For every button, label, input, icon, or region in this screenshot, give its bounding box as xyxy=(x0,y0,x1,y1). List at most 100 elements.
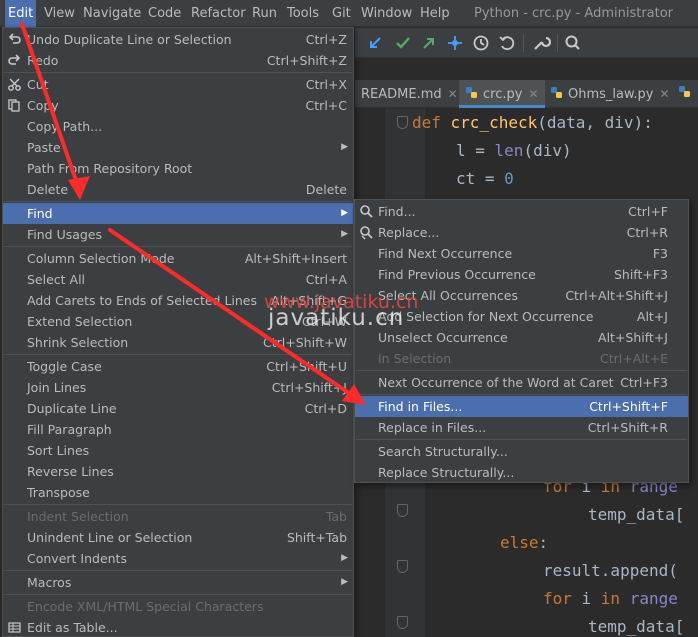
menu-item-copy-path[interactable]: Copy Path... xyxy=(3,116,353,137)
menu-item-macros[interactable]: Macros ▶ xyxy=(3,572,353,593)
menu-separator xyxy=(4,201,352,202)
toolbar-separator xyxy=(523,34,524,52)
code-line: ct = 0 xyxy=(456,169,514,188)
fold-marker-icon[interactable] xyxy=(397,504,408,517)
menu-item-fill-paragraph[interactable]: Fill Paragraph xyxy=(3,419,353,440)
redo-icon xyxy=(8,54,21,65)
menu-item-join-lines[interactable]: Join Lines Ctrl+Shift+J xyxy=(3,377,353,398)
code-line: l = len(div) xyxy=(456,141,572,160)
menu-item-replace-in-files[interactable]: Replace in Files... Ctrl+Shift+R xyxy=(355,417,688,438)
fold-marker-icon[interactable] xyxy=(397,616,408,629)
code-line: result.append( xyxy=(543,561,678,580)
undo-icon xyxy=(8,33,21,44)
menu-item-edit-as-table[interactable]: Edit as Table... xyxy=(3,617,353,637)
menu-item-undo[interactable]: Undo Duplicate Line or Selection Ctrl+Z xyxy=(3,29,353,50)
copy-icon xyxy=(8,99,20,112)
menu-item-redo[interactable]: Redo Ctrl+Shift+Z xyxy=(3,50,353,71)
edit-menu-dropdown: Undo Duplicate Line or Selection Ctrl+Z R… xyxy=(2,27,354,637)
menu-item-replace[interactable]: Replace... Ctrl+R xyxy=(355,222,688,243)
menu-item-toggle-case[interactable]: Toggle Case Ctrl+Shift+U xyxy=(3,356,353,377)
code-line: for i in range xyxy=(543,589,678,608)
menu-view[interactable]: View xyxy=(41,0,78,27)
python-file-icon xyxy=(551,87,562,98)
menu-separator xyxy=(4,504,352,505)
menu-item-next-occurrence-word[interactable]: Next Occurrence of the Word at Caret Ctrl… xyxy=(355,372,688,393)
menu-item-cut[interactable]: Cut Ctrl+X xyxy=(3,74,353,95)
tab-overflow[interactable] xyxy=(678,80,696,108)
menu-item-indent-selection: Indent Selection Tab xyxy=(27,509,347,524)
menu-separator xyxy=(4,570,352,571)
menu-item-encode-xml: Encode XML/HTML Special Characters xyxy=(27,599,264,614)
watermark-text: javatiku.cn xyxy=(268,305,405,331)
menu-item-copy[interactable]: Copy Ctrl+C xyxy=(3,95,353,116)
menu-item-unindent[interactable]: Unindent Line or Selection Shift+Tab xyxy=(3,527,353,548)
commit-check-icon[interactable] xyxy=(393,33,413,53)
menu-separator xyxy=(356,439,687,440)
close-icon[interactable]: ✕ xyxy=(660,87,670,101)
menu-item-find-previous[interactable]: Find Previous Occurrence Shift+F3 xyxy=(355,264,688,285)
submenu-arrow-icon: ▶ xyxy=(341,577,348,587)
menu-item-paste[interactable]: Paste ▶ xyxy=(3,137,353,158)
menu-item-column-selection[interactable]: Column Selection Mode Alt+Shift+Insert xyxy=(3,248,353,269)
menu-tools[interactable]: Tools xyxy=(284,0,322,27)
menu-separator xyxy=(4,354,352,355)
menu-separator xyxy=(4,72,352,73)
menu-item-path-from-repo[interactable]: Path From Repository Root xyxy=(3,158,353,179)
menu-item-in-selection: In Selection Ctrl+Alt+E xyxy=(378,351,668,366)
submenu-arrow-icon: ▶ xyxy=(341,229,348,239)
wrench-settings-icon[interactable] xyxy=(531,33,551,53)
menu-item-find-usages[interactable]: Find Usages ▶ xyxy=(3,224,353,245)
find-submenu: Find... Ctrl+F Replace... Ctrl+R Find Next… xyxy=(354,199,689,483)
menu-item-sort-lines[interactable]: Sort Lines xyxy=(3,440,353,461)
cut-icon xyxy=(8,78,21,91)
menu-help[interactable]: Help xyxy=(417,0,453,27)
menu-item-find-in-files[interactable]: Find in Files... Ctrl+Shift+F xyxy=(355,396,688,417)
menu-item-find[interactable]: Find ▶ xyxy=(3,203,353,224)
update-arrow-icon[interactable] xyxy=(365,33,385,53)
menu-item-find-dialog[interactable]: Find... Ctrl+F xyxy=(355,201,688,222)
toolbar-separator xyxy=(557,34,558,52)
menu-item-delete[interactable]: Delete Delete xyxy=(3,179,353,200)
menu-item-reverse-lines[interactable]: Reverse Lines xyxy=(3,461,353,482)
menu-separator xyxy=(356,370,687,371)
menu-git[interactable]: Git xyxy=(329,0,354,27)
menu-item-duplicate-line[interactable]: Duplicate Line Ctrl+D xyxy=(3,398,353,419)
menu-separator xyxy=(4,594,352,595)
tab-readme[interactable]: README.md ✕ xyxy=(361,80,458,108)
menu-window[interactable]: Window xyxy=(358,0,415,27)
close-icon[interactable]: ✕ xyxy=(528,87,538,101)
merge-icon[interactable] xyxy=(445,33,465,53)
close-icon[interactable]: ✕ xyxy=(448,87,458,101)
submenu-arrow-icon: ▶ xyxy=(341,208,348,218)
editor-tabs: README.md ✕ crc.py ✕ Ohms_law.py ✕ xyxy=(355,80,698,108)
tab-crc-py[interactable]: crc.py ✕ xyxy=(459,80,545,108)
code-line: temp_data[ xyxy=(588,505,685,524)
menu-edit[interactable]: Edit xyxy=(5,0,37,27)
rollback-icon[interactable] xyxy=(497,33,517,53)
search-icon xyxy=(360,205,373,218)
menu-bar: Edit View Navigate Code Refactor Run Too… xyxy=(0,0,698,27)
menu-item-transpose[interactable]: Transpose xyxy=(3,482,353,503)
fold-marker-icon[interactable] xyxy=(397,116,408,129)
menu-item-shrink-selection[interactable]: Shrink Selection Ctrl+Shift+W xyxy=(3,332,353,353)
python-file-icon xyxy=(466,87,477,98)
python-file-icon xyxy=(679,86,690,97)
menu-item-find-next[interactable]: Find Next Occurrence F3 xyxy=(355,243,688,264)
menu-item-select-all[interactable]: Select All Ctrl+A xyxy=(3,269,353,290)
menu-code[interactable]: Code xyxy=(145,0,184,27)
menu-item-unselect-occurrence[interactable]: Unselect Occurrence Alt+Shift+J xyxy=(355,327,688,348)
menu-navigate[interactable]: Navigate xyxy=(80,0,144,27)
menu-refactor[interactable]: Refactor xyxy=(188,0,249,27)
code-line: else: xyxy=(500,533,549,552)
menu-run[interactable]: Run xyxy=(249,0,280,27)
menu-item-convert-indents[interactable]: Convert Indents ▶ xyxy=(3,548,353,569)
menu-item-search-structurally[interactable]: Search Structurally... xyxy=(355,441,688,462)
tab-ohms-law-py[interactable]: Ohms_law.py ✕ xyxy=(550,80,670,108)
submenu-arrow-icon: ▶ xyxy=(341,553,348,563)
history-clock-icon[interactable] xyxy=(471,33,491,53)
push-arrow-icon[interactable] xyxy=(419,33,439,53)
search-everywhere-icon[interactable] xyxy=(563,33,583,53)
menu-item-replace-structurally[interactable]: Replace Structurally... xyxy=(355,462,688,483)
table-icon xyxy=(8,622,21,633)
fold-marker-icon[interactable] xyxy=(397,560,408,573)
